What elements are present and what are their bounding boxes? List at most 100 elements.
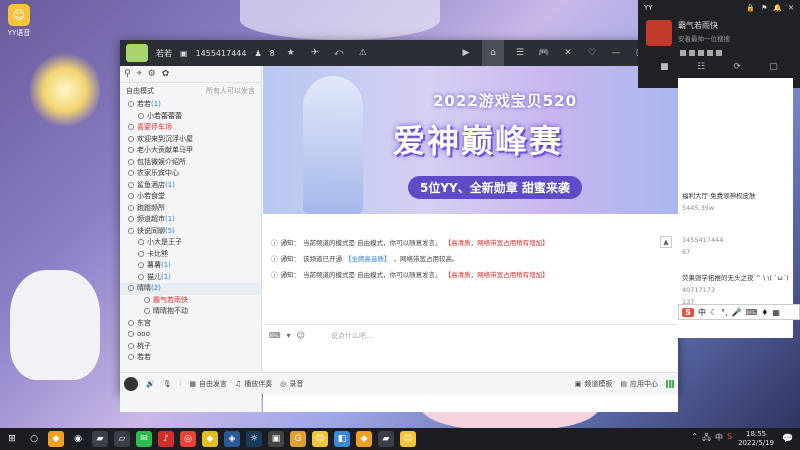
avatar[interactable] <box>124 376 138 391</box>
app-icon[interactable]: ◧ <box>334 431 350 447</box>
app-icon[interactable]: ▰ <box>378 431 394 447</box>
app-icon[interactable]: G <box>290 431 306 447</box>
home-icon[interactable]: ⌂ <box>482 40 504 66</box>
wechat-icon[interactable]: ✉ <box>136 431 152 447</box>
notice-link[interactable]: 【全频高音质】 <box>345 253 391 263</box>
playlist-button[interactable]: ♫ 播放伴奏 <box>235 379 272 389</box>
settings-icon[interactable]: ⚙ <box>148 69 156 79</box>
app-icon[interactable]: ◆ <box>202 431 218 447</box>
skin-icon[interactable]: ♡ <box>584 45 600 61</box>
network-icon[interactable]: 🖧 <box>702 432 711 446</box>
stop-icon[interactable]: ■ <box>660 62 669 72</box>
lock-icon[interactable]: 🔒 <box>746 4 755 12</box>
voice-icon[interactable]: 🎤 <box>732 308 742 317</box>
channel-item[interactable]: ooo <box>120 329 261 341</box>
channel-item[interactable]: 晴晴抱不动 <box>120 306 261 318</box>
channel-item[interactable]: 欢迎来到沉浮小屋 <box>120 134 261 146</box>
emoji-icon[interactable]: ☺ <box>297 331 305 340</box>
sogou-icon[interactable]: S <box>682 307 694 317</box>
keyboard-icon[interactable]: ⌨ <box>746 308 758 317</box>
channel-item[interactable]: 小若食堂 <box>120 191 261 203</box>
close-icon[interactable]: ✕ <box>788 4 794 12</box>
ime-language[interactable]: 中 <box>698 307 706 318</box>
channel-item[interactable]: 老小大贡献单马甲 <box>120 145 261 157</box>
app-icon[interactable]: ◆ <box>48 431 64 447</box>
clock[interactable]: 18:55 2022/5/19 <box>738 430 774 448</box>
channel-item[interactable]: 若若 <box>120 352 261 364</box>
video-icon[interactable]: ▶ <box>458 45 474 61</box>
equalizer-icon[interactable]: ⫶ <box>180 379 182 388</box>
channel-item[interactable]: 快说同聊(5) <box>120 226 261 238</box>
search-icon[interactable]: ⚲ <box>124 69 131 79</box>
app-center-button[interactable]: ▤ 应用中心 <box>620 379 658 389</box>
channel-item[interactable]: 薯薯(1) <box>120 260 261 272</box>
desktop-yy-icon[interactable]: ☺ YY语音 <box>4 4 34 38</box>
channel-item[interactable]: 猫儿(1) <box>120 272 261 284</box>
notification-icon[interactable]: 💬 <box>780 431 796 447</box>
group-icon[interactable]: ☷ <box>697 62 705 72</box>
sogou-tray-icon[interactable]: S <box>727 432 732 446</box>
channel-item[interactable]: 霸气若雨快 <box>120 295 261 307</box>
plane-icon[interactable]: ✈ <box>307 45 323 61</box>
app-icon[interactable]: ▰ <box>92 431 108 447</box>
shirt-icon[interactable]: ⚑ <box>761 4 767 12</box>
channel-item[interactable]: 桃子 <box>120 341 261 353</box>
bell-icon[interactable]: 🔔 <box>773 4 782 12</box>
channel-item[interactable]: 跑跑频所 <box>120 203 261 215</box>
moon-icon[interactable]: ☾ <box>710 308 717 317</box>
list-icon[interactable]: ☰ <box>512 45 528 61</box>
yy-taskbar-icon[interactable]: ☺ <box>312 431 328 447</box>
channel-item[interactable]: 东宫 <box>120 318 261 330</box>
gamepad-icon[interactable]: 🎮 <box>536 45 552 61</box>
yy-taskbar-icon[interactable]: ☺ <box>400 431 416 447</box>
window-icon[interactable]: ▢ <box>769 62 778 72</box>
channel-item[interactable]: 小若蕾蕾蕾 <box>120 111 261 123</box>
channel-item[interactable]: 喜宴停车场 <box>120 122 261 134</box>
netease-music-icon[interactable]: ♪ <box>158 431 174 447</box>
game-pad-icon[interactable]: ⌨ <box>269 331 281 340</box>
mute-icon[interactable]: ✕ <box>560 45 576 61</box>
channel-item[interactable]: 晴晴(2) <box>120 283 261 295</box>
ime-tray-label[interactable]: 中 <box>715 432 723 446</box>
channel-item[interactable]: 频道超市(1) <box>120 214 261 226</box>
dropdown-icon[interactable]: ▾ <box>287 331 291 340</box>
steam-icon[interactable]: ☼ <box>246 431 262 447</box>
alert-icon[interactable]: ⚠ <box>355 45 371 61</box>
chrome-icon[interactable]: ◎ <box>180 431 196 447</box>
channel-item[interactable]: 农家乐宾中心 <box>120 168 261 180</box>
event-banner[interactable]: 2022游戏宝贝520 爱神巅峰赛 5位YY、全新勋章 甜蜜来袭 <box>263 66 678 214</box>
notify-user[interactable]: 霸气若雨快 安着最帅一位搜搜 <box>638 16 800 50</box>
share-icon[interactable]: ⤺ <box>331 45 347 61</box>
unreal-icon[interactable]: ◉ <box>70 431 86 447</box>
channel-template-button[interactable]: ▣ 频道模板 <box>575 379 613 389</box>
mode-dropdown[interactable]: 自由模式 <box>126 86 154 96</box>
microphone-icon[interactable]: 🎙 <box>163 380 172 388</box>
channel-item[interactable]: 鲨鱼酒店(1) <box>120 180 261 192</box>
punct-icon[interactable]: °, <box>721 308 728 317</box>
gift-icon[interactable]: ✿ <box>162 69 170 79</box>
chevron-up-icon[interactable]: ⌃ <box>691 432 698 446</box>
cortana-icon[interactable]: ○ <box>26 431 42 447</box>
channel-item[interactable]: 包括微娱介绍所 <box>120 157 261 169</box>
app-icon[interactable]: ▱ <box>114 431 130 447</box>
channel-item[interactable]: 若若(1) <box>120 99 261 111</box>
channel-logo[interactable] <box>126 44 148 62</box>
notice-link[interactable]: 【高清质，网络带宽占用稍有增加】 <box>445 269 549 279</box>
speaker-icon[interactable]: 🔊 <box>146 380 155 388</box>
record-button[interactable]: ◎ 录音 <box>280 379 303 389</box>
minimize-icon[interactable]: — <box>608 45 624 61</box>
notice-link[interactable]: 【高清质，网络带宽占用稍有增加】 <box>445 237 549 247</box>
app-icon[interactable]: ◆ <box>356 431 372 447</box>
channel-item[interactable]: 卡比熊 <box>120 249 261 261</box>
refresh-icon[interactable]: ⟳ <box>733 62 741 72</box>
free-speak-button[interactable]: ▦ 自由发言 <box>189 379 227 389</box>
location-icon[interactable]: ⌖ <box>137 69 142 79</box>
chat-input[interactable]: 说点什么吧... <box>331 331 373 341</box>
ime-menu-icon[interactable]: ▦ <box>772 308 780 317</box>
scroll-up-icon[interactable]: ▲ <box>660 236 672 248</box>
windows-start-icon[interactable]: ⊞ <box>4 431 20 447</box>
star-icon[interactable]: ★ <box>283 45 299 61</box>
app-icon[interactable]: ◈ <box>224 431 240 447</box>
app-icon[interactable]: ▣ <box>268 431 284 447</box>
channel-item[interactable]: 小大是王子 <box>120 237 261 249</box>
